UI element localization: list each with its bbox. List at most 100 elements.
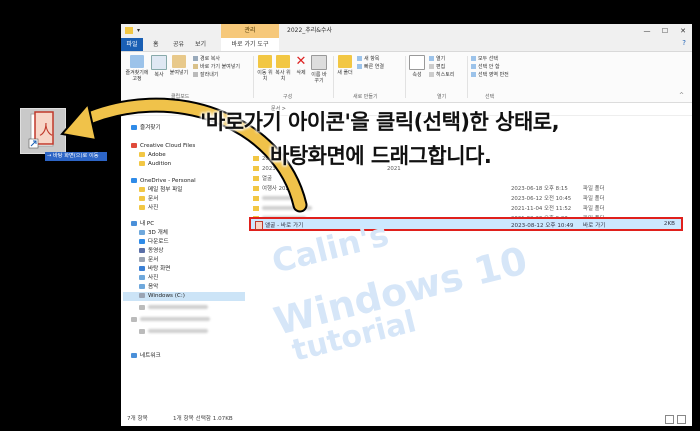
- nav-item-3d-objects[interactable]: 3D 개체: [139, 229, 168, 238]
- select-group-label: 선택: [485, 94, 495, 100]
- easy-access-button[interactable]: 빠른 연결: [357, 63, 384, 71]
- blurred-text: [140, 317, 210, 321]
- tab-home[interactable]: 홈: [153, 38, 159, 51]
- pin-button[interactable]: 즐겨찾기에 고정: [125, 55, 149, 82]
- tab-view[interactable]: 보기: [195, 38, 206, 51]
- nav-label: Creative Cloud Files: [140, 143, 196, 149]
- copy-to-button[interactable]: 복사 위치: [275, 55, 291, 82]
- nav-item-od-docs[interactable]: 문서: [139, 195, 158, 204]
- nav-item-audition[interactable]: Audition: [139, 160, 171, 169]
- nav-item-videos[interactable]: 동영상: [139, 247, 163, 256]
- nav-item-od-photos[interactable]: 사진: [139, 204, 158, 213]
- nav-item-documents[interactable]: 문서: [139, 256, 158, 265]
- cut-button[interactable]: 잘라내기: [193, 71, 218, 79]
- nav-label: 동영상: [148, 248, 164, 254]
- file-type: 바로 가기: [583, 223, 606, 229]
- move-to-button[interactable]: 이동 위치: [257, 55, 273, 82]
- list-item[interactable]: 여행사 2021: [253, 184, 292, 194]
- nav-item-creative-cloud[interactable]: Creative Cloud Files: [131, 142, 195, 151]
- context-tab-manage[interactable]: 관리: [221, 24, 279, 38]
- new-item-button[interactable]: 새 항목: [357, 55, 379, 63]
- nav-item-quick-access[interactable]: 즐겨찾기: [131, 124, 161, 133]
- status-bar: 7개 항목 1개 항목 선택함 1.07KB: [121, 412, 692, 426]
- pin-icon: [130, 55, 144, 68]
- nav-item-pictures[interactable]: 사진: [139, 274, 158, 283]
- help-icon[interactable]: ?: [682, 39, 686, 47]
- blurred-text: [262, 196, 300, 200]
- nav-item-device-blurred[interactable]: [131, 316, 210, 325]
- selection-info: 1개 항목 선택함 1.07KB: [173, 416, 233, 422]
- nav-label: 문서: [148, 196, 159, 202]
- tab-file[interactable]: 파일: [121, 38, 143, 51]
- nav-item-network[interactable]: 네트워크: [131, 352, 161, 361]
- path-pc[interactable]: 내 PC: [165, 105, 178, 112]
- minimize-button[interactable]: —: [638, 24, 656, 38]
- invert-selection-button[interactable]: 선택 영역 반전: [471, 71, 509, 79]
- window-controls: — ☐ ✕: [638, 24, 692, 38]
- tab-share[interactable]: 공유: [173, 38, 184, 51]
- new-item-label: 새 항목: [364, 56, 380, 62]
- nav-item-windows-c[interactable]: Windows (C:): [139, 292, 185, 301]
- list-item[interactable]: [253, 194, 300, 204]
- nav-item-onedrive[interactable]: OneDrive - Personal: [131, 177, 196, 186]
- paste-button[interactable]: 붙여넣기: [169, 55, 189, 76]
- file-date: 2021-11-04 오전 11:52: [511, 206, 572, 212]
- new-folder-button[interactable]: 새 폴더: [337, 55, 353, 76]
- blurred-text: [148, 329, 208, 333]
- shortcut-file-icon: [255, 221, 263, 230]
- copy-to-icon: [276, 55, 290, 68]
- ribbon: 즐겨찾기에 고정 복사 붙여넣기 경로 복사 바로 가기 붙여넣기 잘라내기 클…: [121, 52, 692, 103]
- folder-icon: [253, 166, 259, 171]
- select-none-label: 선택 안 함: [478, 64, 500, 70]
- nav-item-drive-blurred[interactable]: [139, 304, 208, 313]
- path-copy-label: 경로 복사: [200, 56, 220, 62]
- select-all-button[interactable]: 모두 선택: [471, 55, 498, 63]
- desktop-shortcut-icon[interactable]: 人: [20, 108, 66, 154]
- cut-label: 잘라내기: [200, 72, 219, 78]
- shortcut-paste-label: 바로 가기 붙여넣기: [200, 64, 240, 70]
- copy-label: 복사: [154, 72, 164, 78]
- maximize-button[interactable]: ☐: [656, 24, 674, 38]
- forward-icon[interactable]: →: [135, 105, 139, 111]
- nav-item-desktop[interactable]: 바탕 화면: [139, 265, 170, 274]
- copy-button[interactable]: 복사: [151, 55, 167, 78]
- rename-button[interactable]: 이름 바꾸기: [311, 55, 327, 84]
- nav-item-music[interactable]: 음악: [139, 283, 158, 292]
- nav-item-device-blurred-2[interactable]: [139, 328, 208, 337]
- open-group-label: 열기: [437, 94, 447, 100]
- properties-button[interactable]: 속성: [409, 55, 425, 78]
- file-date: 2023-08-12 오후 10:49: [511, 223, 574, 229]
- select-none-button[interactable]: 선택 안 함: [471, 63, 500, 71]
- details-view-icon[interactable]: [665, 415, 674, 424]
- recent-icon[interactable]: ∨: [145, 105, 149, 111]
- file-type: 파일 폴더: [583, 186, 605, 192]
- open-button[interactable]: 열기: [429, 55, 445, 63]
- path-copy-button[interactable]: 경로 복사: [193, 55, 220, 63]
- back-icon[interactable]: ←: [125, 105, 129, 111]
- up-icon[interactable]: ↑: [153, 105, 157, 111]
- svg-text:人: 人: [39, 123, 53, 139]
- shortcut-paste-button[interactable]: 바로 가기 붙여넣기: [193, 63, 240, 71]
- folder-icon: [125, 27, 133, 34]
- history-button[interactable]: 히스토리: [429, 71, 454, 79]
- selected-shortcut-row[interactable]: 앨굴 - 바로 가기 2023-08-12 오후 10:49 바로 가기 2KB: [249, 217, 683, 231]
- properties-label: 속성: [412, 72, 422, 78]
- list-item[interactable]: [253, 204, 312, 214]
- file-type: 파일 폴더: [583, 196, 605, 202]
- nav-item-downloads[interactable]: 다운로드: [139, 238, 169, 247]
- edit-button[interactable]: 편집: [429, 63, 445, 71]
- nav-item-adobe[interactable]: Adobe: [139, 151, 166, 160]
- rename-icon: [311, 55, 327, 70]
- large-icons-view-icon[interactable]: [677, 415, 686, 424]
- file-date: 2023-06-18 오후 8:15: [511, 186, 568, 192]
- folder-icon: [253, 206, 259, 211]
- tab-shortcut-tools[interactable]: 바로 가기 도구: [221, 38, 279, 51]
- nav-label: 다운로드: [148, 239, 169, 245]
- collapse-ribbon-icon[interactable]: ^: [679, 92, 684, 99]
- quick-access-toolbar-icon[interactable]: ▾: [137, 27, 140, 34]
- list-item[interactable]: 열굴: [253, 174, 272, 184]
- close-button[interactable]: ✕: [674, 24, 692, 38]
- delete-button[interactable]: ✕ 삭제: [293, 55, 309, 76]
- nav-item-mail-attachments[interactable]: 메일 첨부 파일: [139, 186, 182, 195]
- nav-item-this-pc[interactable]: 내 PC: [131, 220, 154, 229]
